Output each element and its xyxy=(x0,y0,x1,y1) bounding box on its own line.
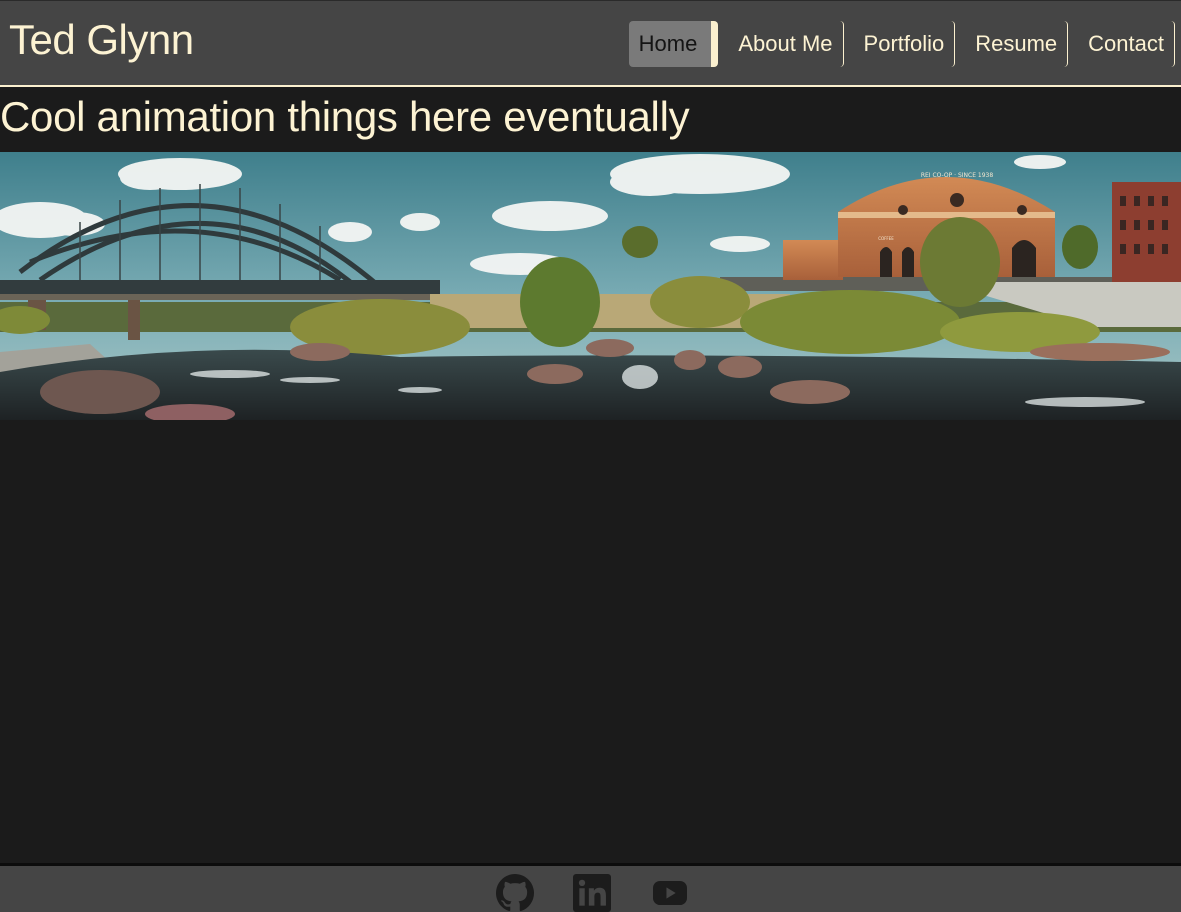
site-footer xyxy=(0,863,1181,912)
building-sign: REI CO-OP · SINCE 1938 xyxy=(921,172,994,179)
page-title: Cool animation things here eventually xyxy=(0,93,690,140)
github-icon[interactable] xyxy=(495,874,535,912)
nav-contact[interactable]: Contact xyxy=(1068,21,1175,67)
site-header: Ted Glynn Home About Me Portfolio Resume… xyxy=(0,0,1181,87)
nav-home[interactable]: Home xyxy=(628,21,719,67)
nav-resume[interactable]: Resume xyxy=(955,21,1069,67)
main-nav: Home About Me Portfolio Resume Contact xyxy=(628,21,1175,67)
linkedin-icon[interactable] xyxy=(572,874,612,912)
nav-portfolio[interactable]: Portfolio xyxy=(844,21,956,67)
nav-about-me[interactable]: About Me xyxy=(718,21,844,67)
youtube-icon[interactable] xyxy=(650,874,690,912)
building-small-sign: COFFEE xyxy=(878,236,894,241)
site-brand[interactable]: Ted Glynn xyxy=(9,15,194,65)
hero-banner-image: REI CO-OP · SINCE 1938 COFFEE xyxy=(0,152,1181,420)
